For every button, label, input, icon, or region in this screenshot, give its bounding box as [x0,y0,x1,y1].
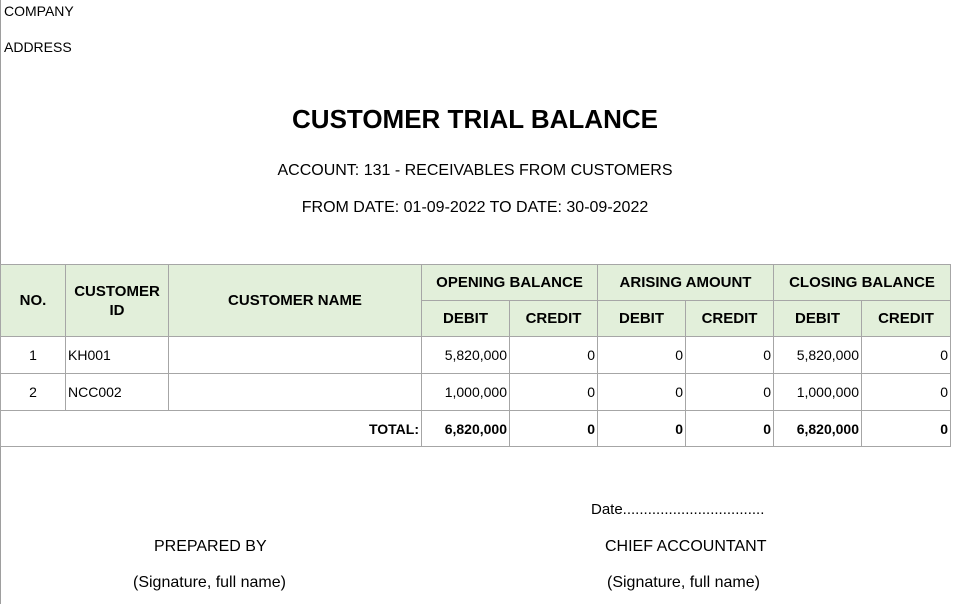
header-opening-credit: CREDIT [509,300,598,337]
cell-customer-id: NCC002 [65,373,169,411]
address-label: ADDRESS [4,39,72,55]
total-opening-debit: 6,820,000 [421,410,510,447]
cell-arising-debit: 0 [597,336,686,374]
account-line: ACCOUNT: 131 - RECEIVABLES FROM CUSTOMER… [277,162,673,179]
total-row: TOTAL: 6,820,000 0 0 0 6,820,000 0 [0,410,952,447]
total-arising-credit: 0 [684,410,775,447]
header-no: NO. [0,264,66,337]
header-closing-credit: CREDIT [861,300,952,337]
total-arising-debit: 0 [597,410,686,447]
cell-opening-debit: 5,820,000 [421,336,510,374]
table-row: 1 KH001 5,820,000 0 0 0 5,820,000 0 [0,336,952,374]
date-signature-line: Date.................................. [591,501,765,518]
table-header-row-1: NO. CUSTOMER ID CUSTOMER NAME OPENING BA… [0,264,952,337]
chief-accountant-signature-note: (Signature, full name) [607,574,760,591]
trial-balance-table: NO. CUSTOMER ID CUSTOMER NAME OPENING BA… [0,264,952,447]
cell-arising-credit: 0 [684,336,775,374]
cell-closing-debit: 1,000,000 [773,373,863,411]
report-title: CUSTOMER TRIAL BALANCE [292,104,658,134]
header-opening-debit: DEBIT [421,300,510,337]
cell-customer-name [168,373,422,411]
cell-opening-credit: 0 [509,373,598,411]
total-opening-credit: 0 [509,410,598,447]
header-opening-balance: OPENING BALANCE [421,264,598,301]
total-label: TOTAL: [0,410,422,447]
cell-closing-credit: 0 [861,373,952,411]
header-customer-name: CUSTOMER NAME [168,264,422,337]
cell-customer-name [168,336,422,374]
prepared-by-label: PREPARED BY [154,538,267,555]
cell-closing-credit: 0 [861,336,952,374]
header-customer-id: CUSTOMER ID [65,264,169,337]
cell-arising-credit: 0 [684,373,775,411]
header-arising-debit: DEBIT [597,300,686,337]
cell-no: 2 [0,373,66,411]
table-row: 2 NCC002 1,000,000 0 0 0 1,000,000 0 [0,373,952,411]
chief-accountant-label: CHIEF ACCOUNTANT [605,538,767,555]
cell-opening-credit: 0 [509,336,598,374]
cell-closing-debit: 5,820,000 [773,336,863,374]
cell-no: 1 [0,336,66,374]
cell-opening-debit: 1,000,000 [421,373,510,411]
total-closing-credit: 0 [861,410,952,447]
header-closing-debit: DEBIT [773,300,863,337]
date-range-line: FROM DATE: 01-09-2022 TO DATE: 30-09-202… [301,199,649,216]
prepared-by-signature-note: (Signature, full name) [133,574,286,591]
header-closing-balance: CLOSING BALANCE [773,264,952,301]
total-closing-debit: 6,820,000 [773,410,863,447]
company-label: COMPANY [4,3,74,19]
cell-arising-debit: 0 [597,373,686,411]
header-arising-amount: ARISING AMOUNT [596,264,775,301]
cell-customer-id: KH001 [65,336,169,374]
header-arising-credit: CREDIT [684,300,775,337]
